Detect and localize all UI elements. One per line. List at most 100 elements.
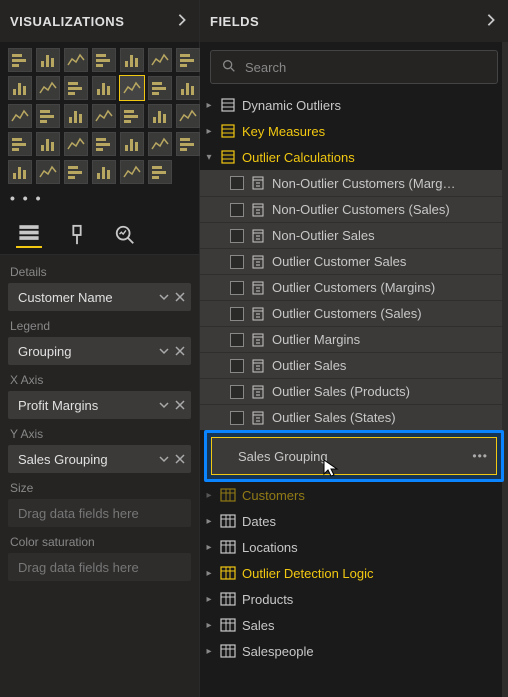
viz-stacked-column-icon[interactable] — [64, 48, 88, 72]
field-checkbox[interactable] — [230, 176, 244, 190]
viz-line-bar-icon[interactable] — [8, 76, 32, 100]
remove-icon[interactable] — [175, 344, 185, 359]
field-row[interactable]: Outlier Customer Sales — [200, 248, 508, 274]
caret-down-icon[interactable]: ▾ — [204, 152, 214, 163]
field-well[interactable]: Sales Grouping — [8, 445, 191, 473]
measure-icon — [250, 175, 266, 191]
viz-R-icon[interactable] — [120, 160, 144, 184]
table-row[interactable]: ▾ Outlier Calculations — [200, 144, 508, 170]
field-row[interactable]: Non-Outlier Customers (Sales) — [200, 196, 508, 222]
table-row[interactable]: ▸ Outlier Detection Logic — [200, 560, 508, 586]
viz-qa-icon[interactable] — [36, 160, 60, 184]
chevron-down-icon[interactable] — [159, 344, 169, 359]
viz-matrix-icon[interactable] — [64, 132, 88, 156]
viz-stacked-bar-icon[interactable] — [8, 48, 32, 72]
caret-right-icon[interactable]: ▸ — [204, 568, 214, 579]
fields-header[interactable]: FIELDS — [200, 0, 508, 42]
viz-narrative-icon[interactable] — [92, 160, 116, 184]
viz-decomp-icon[interactable] — [8, 160, 32, 184]
field-row[interactable]: Non-Outlier Customers (Marg… — [200, 170, 508, 196]
fields-tool-icon[interactable] — [16, 222, 42, 248]
field-checkbox[interactable] — [230, 203, 244, 217]
viz-waterfall-icon[interactable] — [64, 76, 88, 100]
viz-map-icon[interactable] — [36, 104, 60, 128]
viz-r-visual-icon[interactable] — [92, 132, 116, 156]
chevron-down-icon[interactable] — [159, 290, 169, 305]
caret-right-icon[interactable]: ▸ — [204, 100, 214, 111]
viz-arc-gis-icon[interactable] — [148, 132, 172, 156]
field-row[interactable]: Outlier Sales — [200, 352, 508, 378]
viz-ribbon-icon[interactable] — [36, 76, 60, 100]
field-row[interactable]: Non-Outlier Sales — [200, 222, 508, 248]
field-row[interactable]: Outlier Customers (Sales) — [200, 300, 508, 326]
visualizations-header[interactable]: VISUALIZATIONS — [0, 0, 199, 42]
viz-scatter-icon[interactable] — [120, 76, 144, 100]
more-visuals-button[interactable]: • • • — [0, 190, 199, 212]
chevron-right-icon[interactable] — [484, 13, 498, 30]
remove-icon[interactable] — [175, 398, 185, 413]
viz-table-icon[interactable] — [36, 132, 60, 156]
viz-donut-icon[interactable] — [176, 76, 200, 100]
viz-card-icon[interactable] — [120, 104, 144, 128]
viz-key-influencers-icon[interactable] — [176, 132, 200, 156]
field-checkbox[interactable] — [230, 281, 244, 295]
field-checkbox[interactable] — [230, 333, 244, 347]
caret-right-icon[interactable]: ▸ — [204, 516, 214, 527]
viz-treemap-icon[interactable] — [8, 104, 32, 128]
fields-search[interactable]: Search — [210, 50, 498, 84]
viz-filled-map-icon[interactable] — [64, 104, 88, 128]
table-row[interactable]: ▸ Key Measures — [200, 118, 508, 144]
table-row[interactable]: ▸ Dates — [200, 508, 508, 534]
viz-line-icon[interactable] — [120, 48, 144, 72]
field-well[interactable]: Profit Margins — [8, 391, 191, 419]
field-well[interactable]: Customer Name — [8, 283, 191, 311]
analytics-tool-icon[interactable] — [112, 222, 138, 248]
field-row[interactable]: Outlier Margins — [200, 326, 508, 352]
viz-slicer-icon[interactable] — [8, 132, 32, 156]
viz-paginated-icon[interactable] — [64, 160, 88, 184]
table-row[interactable]: ▸ Salespeople — [200, 638, 508, 664]
viz-area-icon[interactable] — [148, 48, 172, 72]
viz-globe-icon[interactable] — [148, 160, 172, 184]
caret-right-icon[interactable]: ▸ — [204, 646, 214, 657]
chevron-down-icon[interactable] — [159, 452, 169, 467]
viz-gauge-icon[interactable] — [92, 104, 116, 128]
caret-right-icon[interactable]: ▸ — [204, 126, 214, 137]
viz-clustered-bar-icon[interactable] — [36, 48, 60, 72]
remove-icon[interactable] — [175, 290, 185, 305]
field-checkbox[interactable] — [230, 385, 244, 399]
chevron-down-icon[interactable] — [159, 398, 169, 413]
field-checkbox[interactable] — [230, 255, 244, 269]
caret-right-icon[interactable]: ▸ — [204, 490, 214, 501]
table-row[interactable]: ▸ Products — [200, 586, 508, 612]
viz-py-visual-icon[interactable] — [120, 132, 144, 156]
chevron-right-icon[interactable] — [175, 13, 189, 30]
caret-right-icon[interactable]: ▸ — [204, 594, 214, 605]
field-well[interactable]: Grouping — [8, 337, 191, 365]
field-checkbox[interactable] — [230, 359, 244, 373]
table-row[interactable]: ▸ Sales — [200, 612, 508, 638]
viz-stacked-area-icon[interactable] — [176, 48, 200, 72]
field-well[interactable]: Drag data fields here — [8, 499, 191, 527]
viz-clustered-column-icon[interactable] — [92, 48, 116, 72]
caret-right-icon[interactable]: ▸ — [204, 620, 214, 631]
field-checkbox[interactable] — [230, 307, 244, 321]
viz-funnel-icon[interactable] — [92, 76, 116, 100]
viz-pie-icon[interactable] — [148, 76, 172, 100]
field-checkbox[interactable] — [230, 229, 244, 243]
table-row[interactable]: ▸ Dynamic Outliers — [200, 92, 508, 118]
format-tool-icon[interactable] — [64, 222, 90, 248]
caret-right-icon[interactable]: ▸ — [204, 542, 214, 553]
more-options-icon[interactable]: ••• — [472, 449, 488, 463]
table-row[interactable]: ▸ Customers — [200, 482, 508, 508]
measure-icon — [250, 332, 266, 348]
remove-icon[interactable] — [175, 452, 185, 467]
viz-multi-card-icon[interactable] — [148, 104, 172, 128]
viz-kpi-icon[interactable] — [176, 104, 200, 128]
field-row[interactable]: Outlier Sales (States) — [200, 404, 508, 430]
field-checkbox[interactable] — [230, 411, 244, 425]
field-row[interactable]: Outlier Customers (Margins) — [200, 274, 508, 300]
field-well[interactable]: Drag data fields here — [8, 553, 191, 581]
field-row[interactable]: Outlier Sales (Products) — [200, 378, 508, 404]
table-row[interactable]: ▸ Locations — [200, 534, 508, 560]
